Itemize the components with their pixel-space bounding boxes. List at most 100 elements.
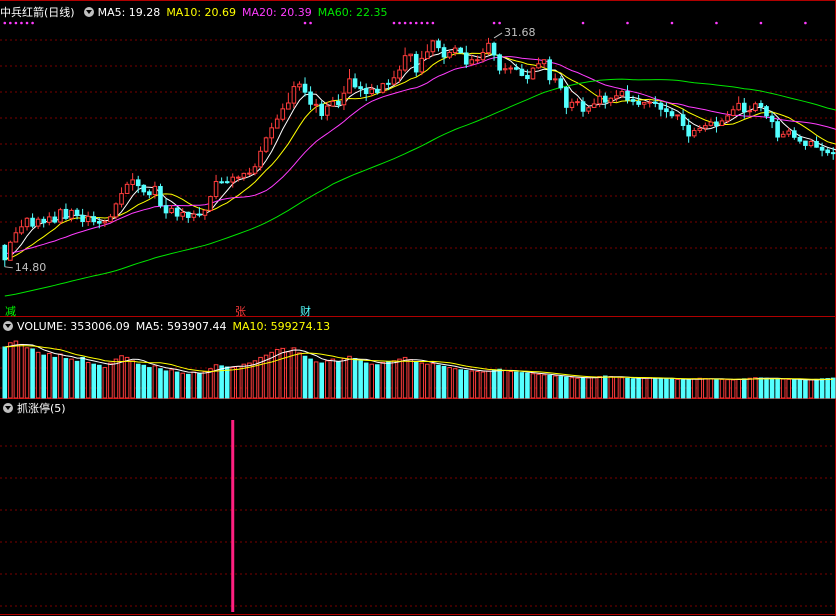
candle-body[interactable] (630, 99, 636, 102)
candle-body[interactable] (252, 166, 258, 174)
candle-body[interactable] (569, 101, 575, 108)
candle-body[interactable] (564, 87, 569, 108)
candle-body[interactable] (719, 120, 725, 127)
candle-body[interactable] (213, 181, 219, 198)
candle-body[interactable] (780, 133, 786, 138)
candle-body[interactable] (97, 221, 102, 224)
candle-body[interactable] (330, 100, 336, 107)
candle-body[interactable] (91, 216, 97, 223)
candle-body[interactable] (452, 47, 458, 54)
candle-body[interactable] (41, 218, 47, 224)
candle-body[interactable] (324, 105, 330, 116)
candle-body[interactable] (413, 53, 419, 73)
candle-body[interactable] (508, 67, 514, 70)
candle-body[interactable] (758, 103, 764, 108)
candle-body[interactable] (536, 63, 541, 69)
candle-body[interactable] (30, 217, 35, 227)
candle-body[interactable] (514, 67, 519, 70)
candle-body[interactable] (108, 216, 113, 223)
candle-body[interactable] (441, 47, 447, 58)
candle-body[interactable] (819, 146, 825, 151)
candle-body[interactable] (358, 86, 363, 90)
candle-body[interactable] (308, 91, 313, 105)
candle-body[interactable] (830, 152, 836, 155)
candle-body[interactable] (714, 121, 719, 127)
candle-body[interactable] (85, 215, 91, 223)
candle-body[interactable] (286, 102, 291, 110)
candle-body[interactable] (658, 102, 664, 110)
candle-body[interactable] (786, 130, 792, 135)
candle-body[interactable] (641, 101, 647, 105)
candle-body[interactable] (691, 130, 697, 137)
candle-body[interactable] (764, 106, 769, 117)
candle-body[interactable] (486, 42, 491, 54)
candle-body[interactable] (380, 83, 386, 93)
candle-body[interactable] (313, 103, 319, 106)
candle-body[interactable] (686, 124, 691, 137)
candle-body[interactable] (425, 51, 430, 60)
candle-body[interactable] (730, 109, 736, 116)
candle-body[interactable] (163, 205, 169, 214)
candle-body[interactable] (480, 52, 486, 61)
candle-body[interactable] (74, 209, 80, 217)
candle-body[interactable] (814, 141, 819, 148)
candle-body[interactable] (447, 51, 452, 58)
candle-body[interactable] (152, 185, 158, 196)
candle-body[interactable] (202, 209, 208, 216)
candle-body[interactable] (736, 102, 742, 111)
candle-body[interactable] (625, 90, 630, 101)
candle-body[interactable] (46, 216, 52, 223)
candle-body[interactable] (608, 97, 614, 103)
candle-body[interactable] (497, 54, 502, 71)
candle-body[interactable] (558, 78, 564, 89)
candle-body[interactable] (113, 203, 119, 218)
event-tag-jian[interactable]: 减 (5, 303, 16, 319)
candle-body[interactable] (664, 108, 669, 113)
candle-body[interactable] (8, 241, 13, 261)
candle-body[interactable] (208, 196, 213, 211)
candle-body[interactable] (291, 86, 297, 104)
candle-body[interactable] (419, 57, 425, 73)
candle-body[interactable] (614, 95, 619, 99)
candle-body[interactable] (2, 244, 8, 261)
candle-body[interactable] (174, 207, 180, 217)
candle-body[interactable] (191, 213, 197, 218)
candle-body[interactable] (436, 40, 441, 49)
candle-body[interactable] (263, 137, 269, 152)
candle-body[interactable] (402, 55, 408, 71)
candle-body[interactable] (169, 207, 174, 214)
candle-body[interactable] (808, 141, 814, 147)
candle-body[interactable] (141, 184, 147, 193)
event-tag-cai[interactable]: 财 (300, 303, 311, 319)
candle-body[interactable] (619, 91, 625, 97)
candle-body[interactable] (336, 100, 341, 106)
candle-body[interactable] (241, 172, 247, 178)
candle-body[interactable] (552, 78, 558, 81)
candle-body[interactable] (258, 150, 263, 168)
candle-body[interactable] (491, 42, 497, 56)
candle-body[interactable] (274, 118, 280, 129)
candle-body[interactable] (19, 226, 24, 234)
candle-body[interactable] (475, 59, 480, 62)
candle-body[interactable] (541, 59, 547, 65)
candle-body[interactable] (24, 217, 30, 228)
candle-body[interactable] (708, 121, 714, 126)
candle-body[interactable] (725, 115, 730, 122)
candle-body[interactable] (147, 191, 152, 196)
candle-body[interactable] (180, 211, 185, 217)
candle-body[interactable] (602, 95, 608, 103)
candle-body[interactable] (697, 127, 703, 131)
candle-body[interactable] (397, 69, 402, 79)
candle-body[interactable] (375, 88, 380, 93)
candle-body[interactable] (52, 216, 58, 223)
candle-body[interactable] (236, 176, 241, 179)
candle-body[interactable] (247, 172, 252, 175)
candle-body[interactable] (647, 101, 653, 104)
candle-body[interactable] (130, 179, 135, 185)
settings-circle-icon[interactable] (83, 7, 94, 17)
candle-body[interactable] (347, 78, 352, 94)
candle-body[interactable] (391, 77, 397, 85)
candle-body[interactable] (80, 214, 85, 223)
candle-body[interactable] (224, 181, 230, 184)
candle-body[interactable] (636, 101, 641, 105)
